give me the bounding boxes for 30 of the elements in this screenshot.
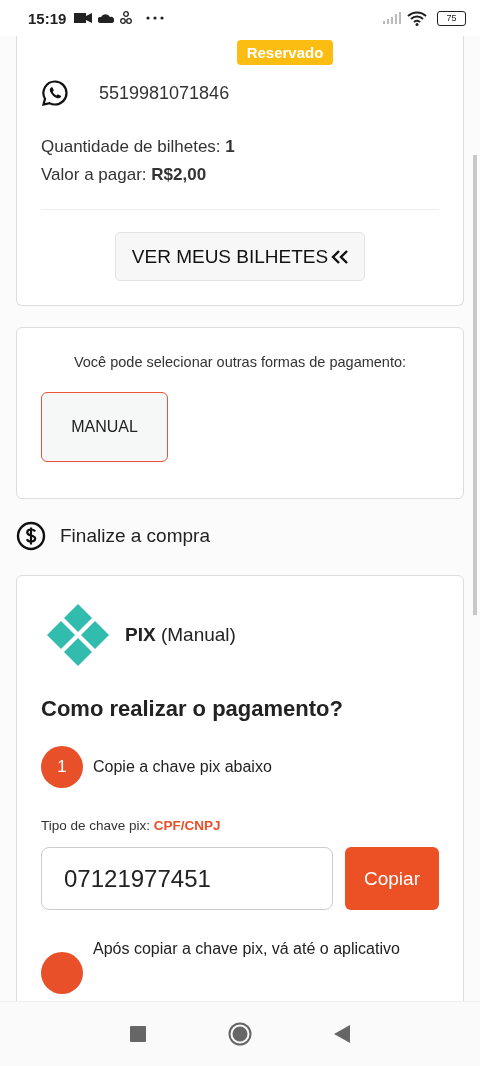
- home-icon[interactable]: [228, 1022, 252, 1046]
- pix-logo-icon: [45, 602, 111, 668]
- battery-icon: 75: [437, 10, 466, 26]
- payment-option[interactable]: MANUAL: [41, 392, 168, 462]
- more-icon: [146, 16, 165, 20]
- wifi-icon: [407, 10, 427, 26]
- pix-title: PIX (Manual): [125, 624, 236, 646]
- whatsapp-icon: [41, 79, 69, 107]
- payment-prompt: Você pode selecionar outras formas de pagamento:: [72, 354, 408, 370]
- step-number: 1: [41, 746, 83, 788]
- signal-icon: [383, 12, 401, 24]
- phone-number: 5519981071846: [99, 82, 230, 104]
- section-title: Finalize a compra: [60, 525, 210, 547]
- step-text: Copie a chave pix abaixo: [93, 758, 272, 776]
- pix-key-field[interactable]: 07121977451: [41, 847, 333, 910]
- status-badge: Reservado: [236, 40, 334, 65]
- video-camera-icon: [74, 12, 93, 24]
- view-tickets-button[interactable]: VER MEUS BILHETES: [114, 232, 366, 281]
- copy-button[interactable]: Copiar: [345, 847, 439, 910]
- double-chevron-icon: [331, 249, 350, 265]
- status-time: 15:19: [28, 9, 67, 27]
- key-type-label: Tipo de chave pix: CPF/CNPJ: [41, 818, 222, 833]
- dollar-icon: [16, 521, 46, 551]
- back-icon[interactable]: [334, 1025, 350, 1043]
- ticket-quantity: Quantidade de bilhetes: 1: [41, 136, 236, 158]
- payment-heading: Como realizar o pagamento?: [41, 696, 344, 722]
- people-icon: [120, 11, 133, 25]
- step-text: Após copiar a chave pix, vá até o aplicativo: [93, 940, 400, 958]
- cloud-icon: [98, 13, 115, 23]
- amount-due: Valor a pagar: R$2,00: [41, 164, 208, 186]
